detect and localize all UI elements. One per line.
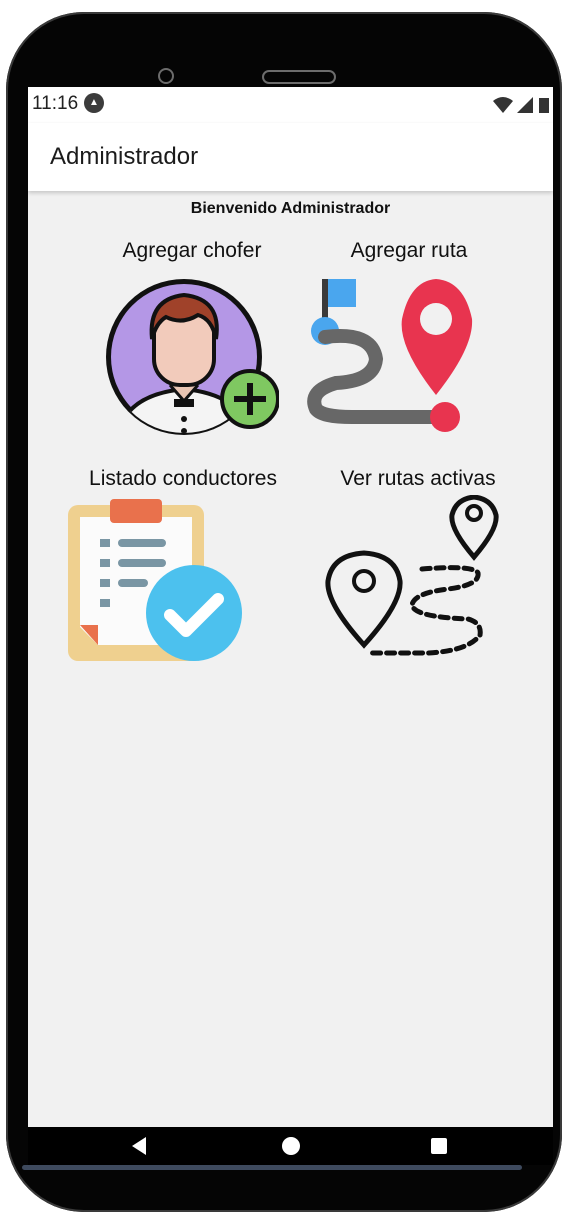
clipboard-check-icon [68, 499, 242, 661]
front-camera [158, 68, 174, 84]
tile-label: Agregar ruta [350, 239, 468, 262]
nav-bar [28, 1127, 553, 1165]
active-routes-icon [325, 495, 499, 656]
system-icons [491, 95, 551, 120]
back-icon[interactable] [128, 1135, 150, 1157]
route-pin-icon [307, 279, 473, 432]
circle-a-icon: ▲ [84, 93, 104, 113]
battery-icon [539, 98, 549, 113]
earpiece-speaker [262, 70, 336, 84]
welcome-text: Bienvenido Administrador [190, 200, 391, 217]
app-bar: Administrador [28, 123, 553, 191]
status-time: 11:16 [32, 93, 79, 114]
page-title: Administrador [50, 143, 199, 170]
add-driver-icon [106, 279, 279, 435]
app-screen: 11:16 ▲ Administrador Bienvenido Adminis… [28, 87, 553, 1127]
tile-label: Listado conductores [89, 467, 277, 490]
home-icon[interactable] [280, 1135, 302, 1157]
status-bar: 11:16 ▲ [28, 87, 553, 123]
recents-icon[interactable] [428, 1135, 450, 1157]
bottom-bar [22, 1165, 522, 1170]
add-route-tile[interactable]: Agregar ruta [307, 239, 504, 439]
wifi-icon [493, 97, 513, 113]
add-driver-tile[interactable]: Agregar chofer [92, 239, 292, 439]
tile-label: Ver rutas activas [340, 467, 496, 490]
active-routes-tile[interactable]: Ver rutas activas [318, 467, 518, 677]
tile-label: Agregar chofer [122, 239, 262, 262]
signal-icon [517, 97, 533, 113]
drivers-list-tile[interactable]: Listado conductores [68, 467, 298, 677]
